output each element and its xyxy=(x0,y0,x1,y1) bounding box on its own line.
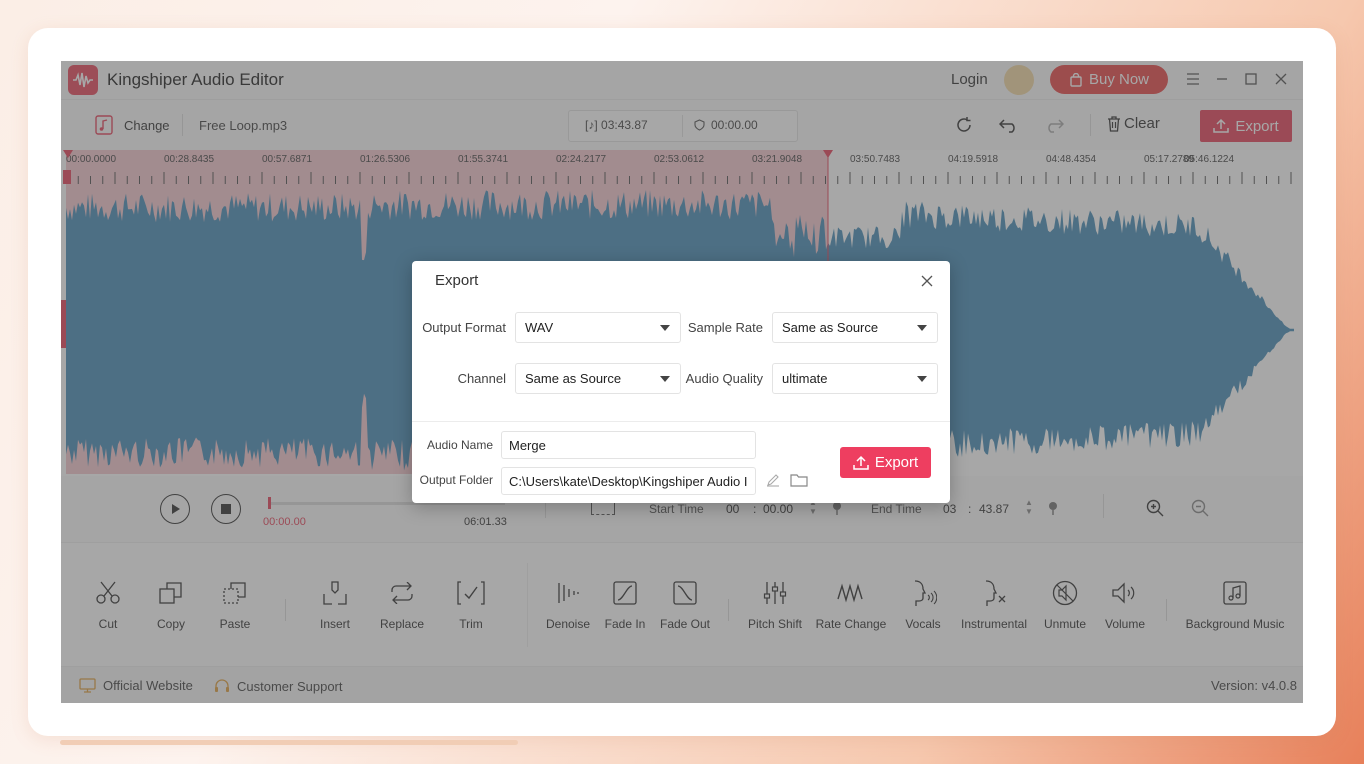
audio-quality-value: ultimate xyxy=(782,371,828,386)
audio-name-input[interactable]: Merge xyxy=(501,431,756,459)
output-format-value: WAV xyxy=(525,320,554,335)
output-folder-input[interactable]: C:\Users\kate\Desktop\Kingshiper Audio I xyxy=(501,467,756,495)
edit-pencil-icon[interactable] xyxy=(766,473,780,492)
dialog-export-label: Export xyxy=(874,454,919,471)
dialog-divider xyxy=(412,421,950,422)
audio-name-value: Merge xyxy=(509,438,546,453)
decorative-bar xyxy=(60,740,518,745)
channel-value: Same as Source xyxy=(525,371,622,386)
dialog-title: Export xyxy=(435,272,479,289)
audio-quality-select[interactable]: ultimate xyxy=(772,363,938,394)
sample-rate-label: Sample Rate xyxy=(687,320,763,335)
chevron-down-icon xyxy=(660,376,670,382)
output-format-label: Output Format xyxy=(422,320,506,335)
upload-icon xyxy=(853,455,869,470)
channel-select[interactable]: Same as Source xyxy=(515,363,681,394)
sample-rate-value: Same as Source xyxy=(782,320,879,335)
folder-icon[interactable] xyxy=(790,473,808,492)
export-dialog: Export Output Format WAV Sample Rate Sam… xyxy=(412,261,950,503)
chevron-down-icon xyxy=(660,325,670,331)
output-folder-value: C:\Users\kate\Desktop\Kingshiper Audio I xyxy=(509,474,748,489)
output-format-select[interactable]: WAV xyxy=(515,312,681,343)
output-folder-label: Output Folder xyxy=(419,473,493,487)
dialog-close-icon[interactable] xyxy=(917,271,937,291)
chevron-down-icon xyxy=(917,325,927,331)
channel-label: Channel xyxy=(457,371,506,386)
chevron-down-icon xyxy=(917,376,927,382)
sample-rate-select[interactable]: Same as Source xyxy=(772,312,938,343)
audio-name-label: Audio Name xyxy=(426,438,493,452)
dialog-export-button[interactable]: Export xyxy=(840,447,931,478)
audio-quality-label: Audio Quality xyxy=(685,371,763,386)
